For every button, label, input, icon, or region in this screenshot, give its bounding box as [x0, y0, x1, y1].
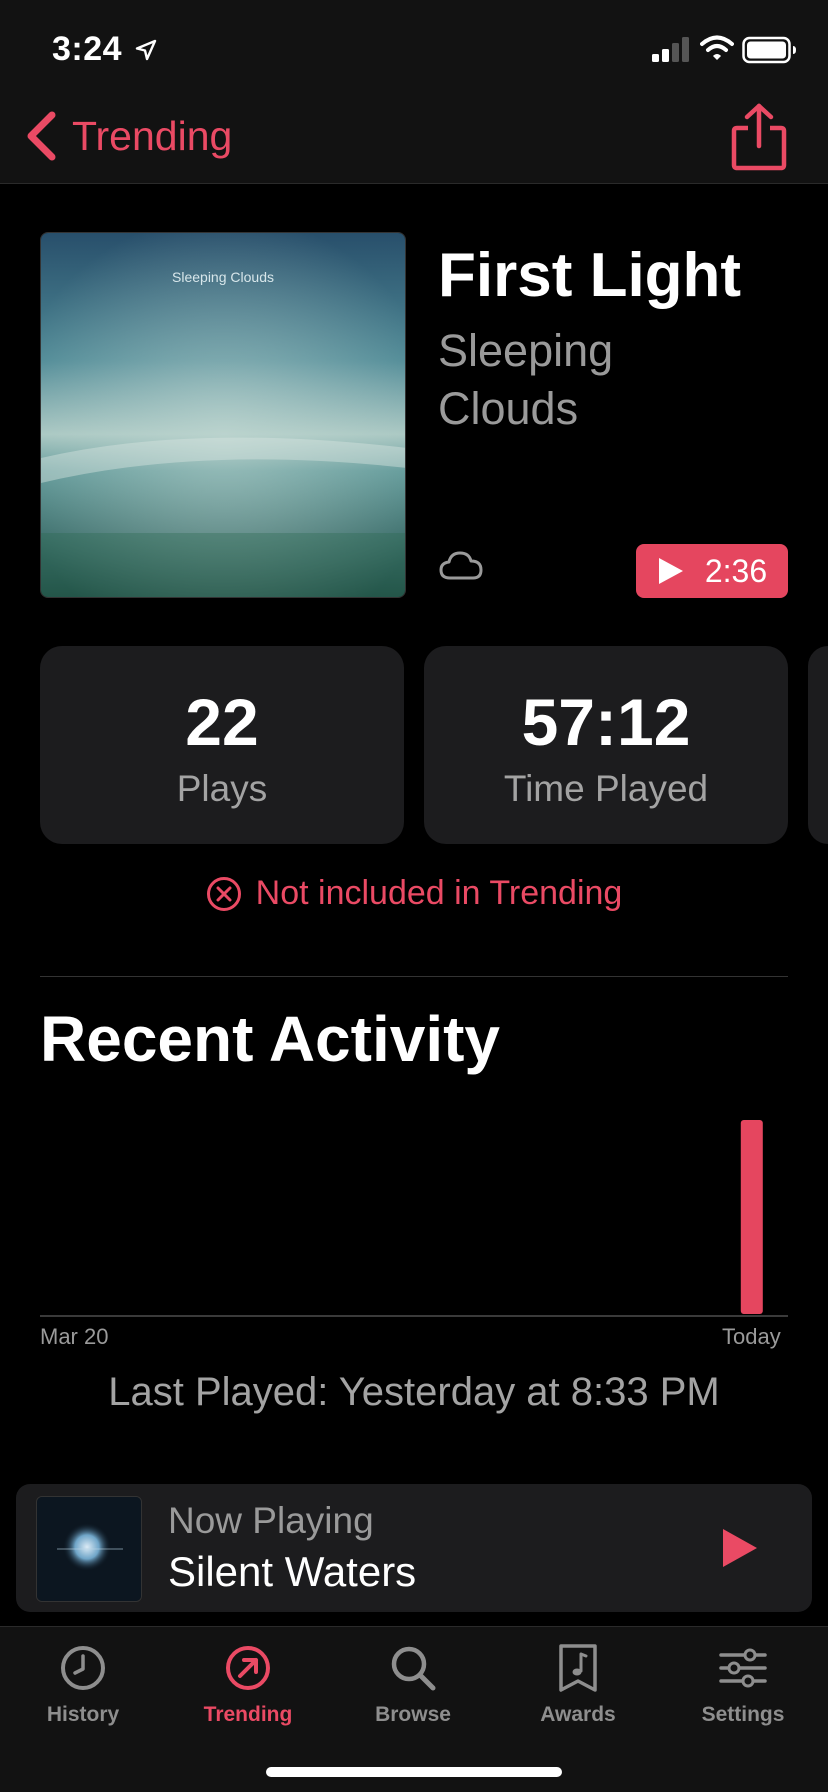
back-button-label: Trending	[72, 112, 233, 159]
navigation-bar: Trending	[0, 92, 828, 184]
music-note-icon	[559, 1644, 597, 1692]
plays-label: Plays	[176, 768, 268, 809]
share-icon[interactable]	[730, 102, 788, 172]
play-icon	[658, 558, 683, 584]
play-icon[interactable]	[720, 1526, 760, 1570]
trending-status: Not included in Trending	[0, 874, 828, 913]
chart-x-end-label: Today	[722, 1324, 781, 1349]
trending-icon	[226, 1646, 270, 1690]
location-arrow-icon	[135, 39, 157, 61]
tab-settings-label: Settings	[701, 1703, 785, 1726]
preview-play-button[interactable]: 2:36	[636, 544, 788, 598]
last-played-text: Last Played: Yesterday at 8:33 PM	[108, 1370, 720, 1414]
chevron-left-icon	[27, 111, 56, 161]
now-playing-artwork-image	[37, 1497, 141, 1601]
search-icon	[391, 1646, 436, 1691]
x-circle-icon	[206, 876, 241, 911]
tab-browse-label: Browse	[375, 1703, 451, 1726]
now-playing-artwork	[36, 1496, 142, 1602]
now-playing-label: Now Playing	[168, 1500, 374, 1541]
sliders-icon	[719, 1648, 767, 1688]
album-art-image	[41, 233, 405, 597]
tab-history-label: History	[46, 1703, 120, 1726]
time-played-card: 57:12 Time Played	[424, 646, 788, 844]
now-playing-bar[interactable]: Now Playing Silent Waters	[16, 1484, 812, 1612]
plays-value: 22	[185, 685, 259, 759]
plays-card: 22 Plays	[40, 646, 404, 844]
next-stat-card[interactable]	[808, 646, 828, 844]
status-time: 3:24	[52, 30, 123, 68]
trending-status-text: Not included in Trending	[255, 874, 623, 912]
track-artist[interactable]: Sleeping Clouds	[438, 322, 738, 438]
home-indicator[interactable]	[266, 1767, 562, 1777]
time-played-label: Time Played	[503, 768, 709, 809]
activity-bar	[740, 1120, 763, 1314]
status-bar: 3:24	[0, 0, 828, 92]
tab-history[interactable]: History	[8, 1643, 158, 1727]
tab-settings[interactable]: Settings	[668, 1643, 818, 1727]
now-playing-title: Silent Waters	[168, 1548, 417, 1595]
cloud-icon	[439, 551, 483, 580]
tab-awards[interactable]: Awards	[503, 1643, 653, 1727]
back-button[interactable]: Trending	[24, 106, 232, 166]
recent-activity-chart	[40, 1120, 788, 1317]
tab-bar: History Trending Browse Awards Settings	[0, 1626, 828, 1792]
preview-duration: 2:36	[704, 552, 768, 589]
wifi-icon	[700, 35, 734, 60]
album-art: Sleeping Clouds	[40, 232, 406, 598]
cellular-signal-icon	[652, 37, 689, 62]
tab-browse[interactable]: Browse	[338, 1643, 488, 1727]
track-title: First Light	[438, 241, 742, 310]
tab-trending[interactable]: Trending	[173, 1643, 323, 1727]
clock-icon	[61, 1646, 105, 1690]
tab-trending-label: Trending	[203, 1703, 293, 1726]
album-art-text: Sleeping Clouds	[172, 269, 274, 285]
section-divider	[40, 976, 788, 977]
time-played-value: 57:12	[521, 685, 691, 759]
battery-icon	[742, 36, 796, 64]
chart-x-start-label: Mar 20	[40, 1324, 109, 1349]
tab-awards-label: Awards	[540, 1703, 616, 1726]
recent-activity-title: Recent Activity	[40, 1003, 500, 1075]
